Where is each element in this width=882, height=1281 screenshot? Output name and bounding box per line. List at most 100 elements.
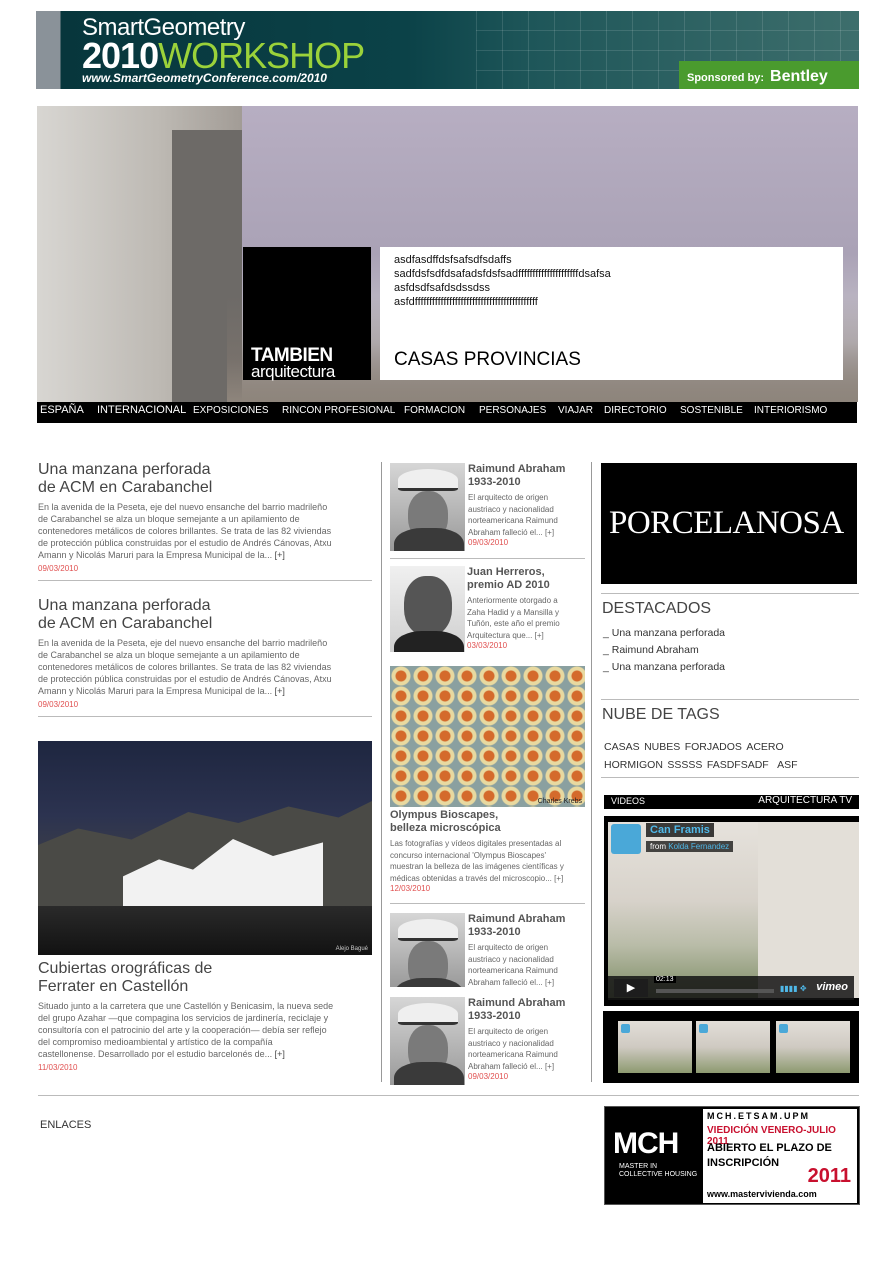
video-controls: ▶ 02:13 ▮▮▮▮ ✥ vimeo — [608, 976, 854, 1000]
title-line[interactable]: Ferrater en Castellón — [38, 978, 372, 996]
video-title[interactable]: Can Framis — [646, 823, 714, 837]
bioscapes-photo[interactable]: Charles Krebs — [390, 666, 585, 807]
tag-link[interactable]: ASF — [777, 759, 797, 771]
nav-item-internacional[interactable]: INTERNACIONAL — [97, 404, 186, 416]
title-line[interactable]: belleza microscópica — [390, 822, 586, 835]
video-thumbnail[interactable] — [618, 1021, 692, 1073]
title-line[interactable]: Juan Herreros, — [467, 566, 585, 579]
progress-bar[interactable] — [656, 989, 774, 993]
middle-item-title[interactable]: Raimund Abraham 1933-2010 — [468, 913, 586, 939]
logo-line2: arquitectura — [251, 362, 335, 381]
tag-link[interactable]: FORJADOS — [685, 741, 742, 753]
title-line[interactable]: Cubiertas orográficas de — [38, 960, 372, 978]
banner-url: www.SmartGeometryConference.com/2010 — [82, 71, 327, 85]
tag-link[interactable]: CASAS — [604, 741, 640, 753]
video-thumbnail[interactable] — [696, 1021, 770, 1073]
uploader-avatar[interactable] — [611, 824, 641, 854]
nav-item-directorio[interactable]: DIRECTORIO — [604, 405, 667, 416]
feature-photo[interactable]: Alejo Bagué — [38, 741, 372, 955]
footer-divider — [38, 1095, 859, 1096]
bioscapes-body: Las fotografías y vídeos digitales prese… — [390, 838, 586, 884]
middle-item-title[interactable]: Juan Herreros, premio AD 2010 — [467, 566, 585, 592]
photo-ground — [38, 906, 372, 955]
nav-item-espana[interactable]: ESPAÑA — [40, 404, 84, 416]
destacados-link[interactable]: _ Una manzana perforada — [603, 625, 725, 642]
tag-link[interactable]: SSSSS — [667, 759, 702, 771]
nav-item-interiorismo[interactable]: INTERIORISMO — [754, 405, 827, 416]
bioscapes-title[interactable]: Olympus Bioscapes, belleza microscópica — [390, 809, 586, 835]
title-line[interactable]: Una manzana perforada — [38, 461, 372, 479]
body-line: de protección pública construidas por el… — [38, 538, 332, 548]
smartgeometry-banner[interactable]: SmartGeometry 2010WORKSHOP www.SmartGeom… — [36, 11, 859, 89]
body-line: de protección pública construidas por el… — [38, 674, 332, 684]
more-link[interactable]: [+] — [545, 1062, 554, 1071]
title-line[interactable]: 1933-2010 — [468, 926, 586, 939]
more-link[interactable]: [+] — [535, 631, 544, 640]
feature-title[interactable]: Cubiertas orográficas de Ferrater en Cast… — [38, 960, 372, 996]
body-line: del compromiso medioambiental y artístic… — [38, 1037, 273, 1047]
article-card: Una manzana perforada de ACM en Carabanch… — [38, 597, 372, 709]
title-line[interactable]: Raimund Abraham — [468, 913, 586, 926]
raimund-abraham-photo[interactable] — [390, 913, 465, 987]
video-time: 02:13 — [654, 976, 676, 983]
volume-icon[interactable]: ▮▮▮▮ ✥ — [780, 984, 807, 993]
hero-text-line: asfdffffffffffffffffffffffffffffffffffff… — [394, 296, 538, 308]
tag-link[interactable]: ACERO — [746, 741, 783, 753]
mch-web[interactable]: www.mastervivienda.com — [707, 1189, 817, 1199]
destacados-list: _ Una manzana perforada _ Raimund Abraha… — [603, 625, 725, 676]
title-line[interactable]: Una manzana perforada — [38, 597, 372, 615]
portrait-hat — [398, 919, 458, 941]
middle-item-title[interactable]: Raimund Abraham 1933-2010 — [468, 463, 586, 489]
body-line: El arquitecto de origen — [468, 493, 549, 502]
tambien-logo[interactable]: TAMBIEN arquitectura — [243, 247, 371, 381]
raimund-abraham-photo[interactable] — [390, 997, 465, 1085]
title-line[interactable]: 1933-2010 — [468, 1010, 586, 1023]
tag-link[interactable]: HORMIGON — [604, 759, 663, 771]
videos-label[interactable]: VIDEOS — [611, 796, 645, 806]
article-title[interactable]: Una manzana perforada de ACM en Carabanch… — [38, 461, 372, 497]
video-byline: from Kolda Fernandez — [646, 841, 734, 852]
nav-item-rincon-profesional[interactable]: RINCON PROFESIONAL — [282, 405, 395, 416]
enlaces-heading[interactable]: ENLACES — [40, 1119, 91, 1131]
video-author[interactable]: Kolda Fernandez — [668, 842, 729, 851]
more-link[interactable]: [+] — [275, 686, 285, 696]
title-line[interactable]: Olympus Bioscapes, — [390, 809, 586, 822]
juan-herreros-photo[interactable] — [390, 566, 465, 652]
more-link[interactable]: [+] — [275, 550, 285, 560]
nav-item-sostenible[interactable]: SOSTENIBLE — [680, 405, 743, 416]
more-link[interactable]: [+] — [545, 978, 554, 987]
destacados-link[interactable]: _ Una manzana perforada — [603, 659, 725, 676]
mch-master-ad[interactable]: MCH MASTER IN COLLECTIVE HOUSING MCH.ETSA… — [604, 1106, 860, 1205]
body-line: Situado junto a la carretera que une Cas… — [38, 1001, 334, 1011]
more-link[interactable]: [+] — [554, 874, 563, 883]
porcelanosa-ad[interactable]: PORCELANOSA — [601, 463, 857, 584]
hero-title[interactable]: CASAS PROVINCIAS — [394, 349, 581, 371]
destacados-link[interactable]: _ Raimund Abraham — [603, 642, 725, 659]
nav-item-personajes[interactable]: PERSONAJES — [479, 405, 546, 416]
portrait-hat — [398, 1003, 458, 1025]
sponsor-badge: Sponsored by: Bentley — [679, 61, 859, 89]
raimund-abraham-photo[interactable] — [390, 463, 465, 551]
title-line[interactable]: Raimund Abraham — [468, 463, 586, 476]
mch-line-b: INSCRIPCIÓN — [707, 1157, 780, 1169]
title-line[interactable]: de ACM en Carabanchel — [38, 615, 372, 633]
title-line[interactable]: premio AD 2010 — [467, 579, 585, 592]
nav-item-formacion[interactable]: FORMACION — [404, 405, 465, 416]
tag-link[interactable]: FASDFSADF — [707, 759, 769, 771]
nav-item-viajar[interactable]: VIAJAR — [558, 405, 593, 416]
video-thumbnail[interactable] — [776, 1021, 850, 1073]
more-link[interactable]: [+] — [545, 528, 554, 537]
vimeo-logo[interactable]: vimeo — [816, 981, 848, 993]
nav-item-exposiciones[interactable]: EXPOSICIONES — [193, 405, 269, 416]
play-icon[interactable]: ▶ — [614, 979, 648, 997]
title-line[interactable]: Raimund Abraham — [468, 997, 586, 1010]
middle-item-title[interactable]: Raimund Abraham 1933-2010 — [468, 997, 586, 1023]
article-title[interactable]: Una manzana perforada de ACM en Carabanch… — [38, 597, 372, 633]
more-link[interactable]: [+] — [275, 1049, 285, 1059]
title-line[interactable]: 1933-2010 — [468, 476, 586, 489]
video-player[interactable]: Can Framis from Kolda Fernandez ▶ 02:13 … — [604, 816, 859, 1006]
title-line[interactable]: de ACM en Carabanchel — [38, 479, 372, 497]
tag-link[interactable]: NUBES — [644, 741, 680, 753]
arquitectura-tv-label[interactable]: ARQUITECTURA TV — [758, 795, 852, 806]
article-body: En la avenida de la Peseta, eje del nuev… — [38, 637, 372, 697]
